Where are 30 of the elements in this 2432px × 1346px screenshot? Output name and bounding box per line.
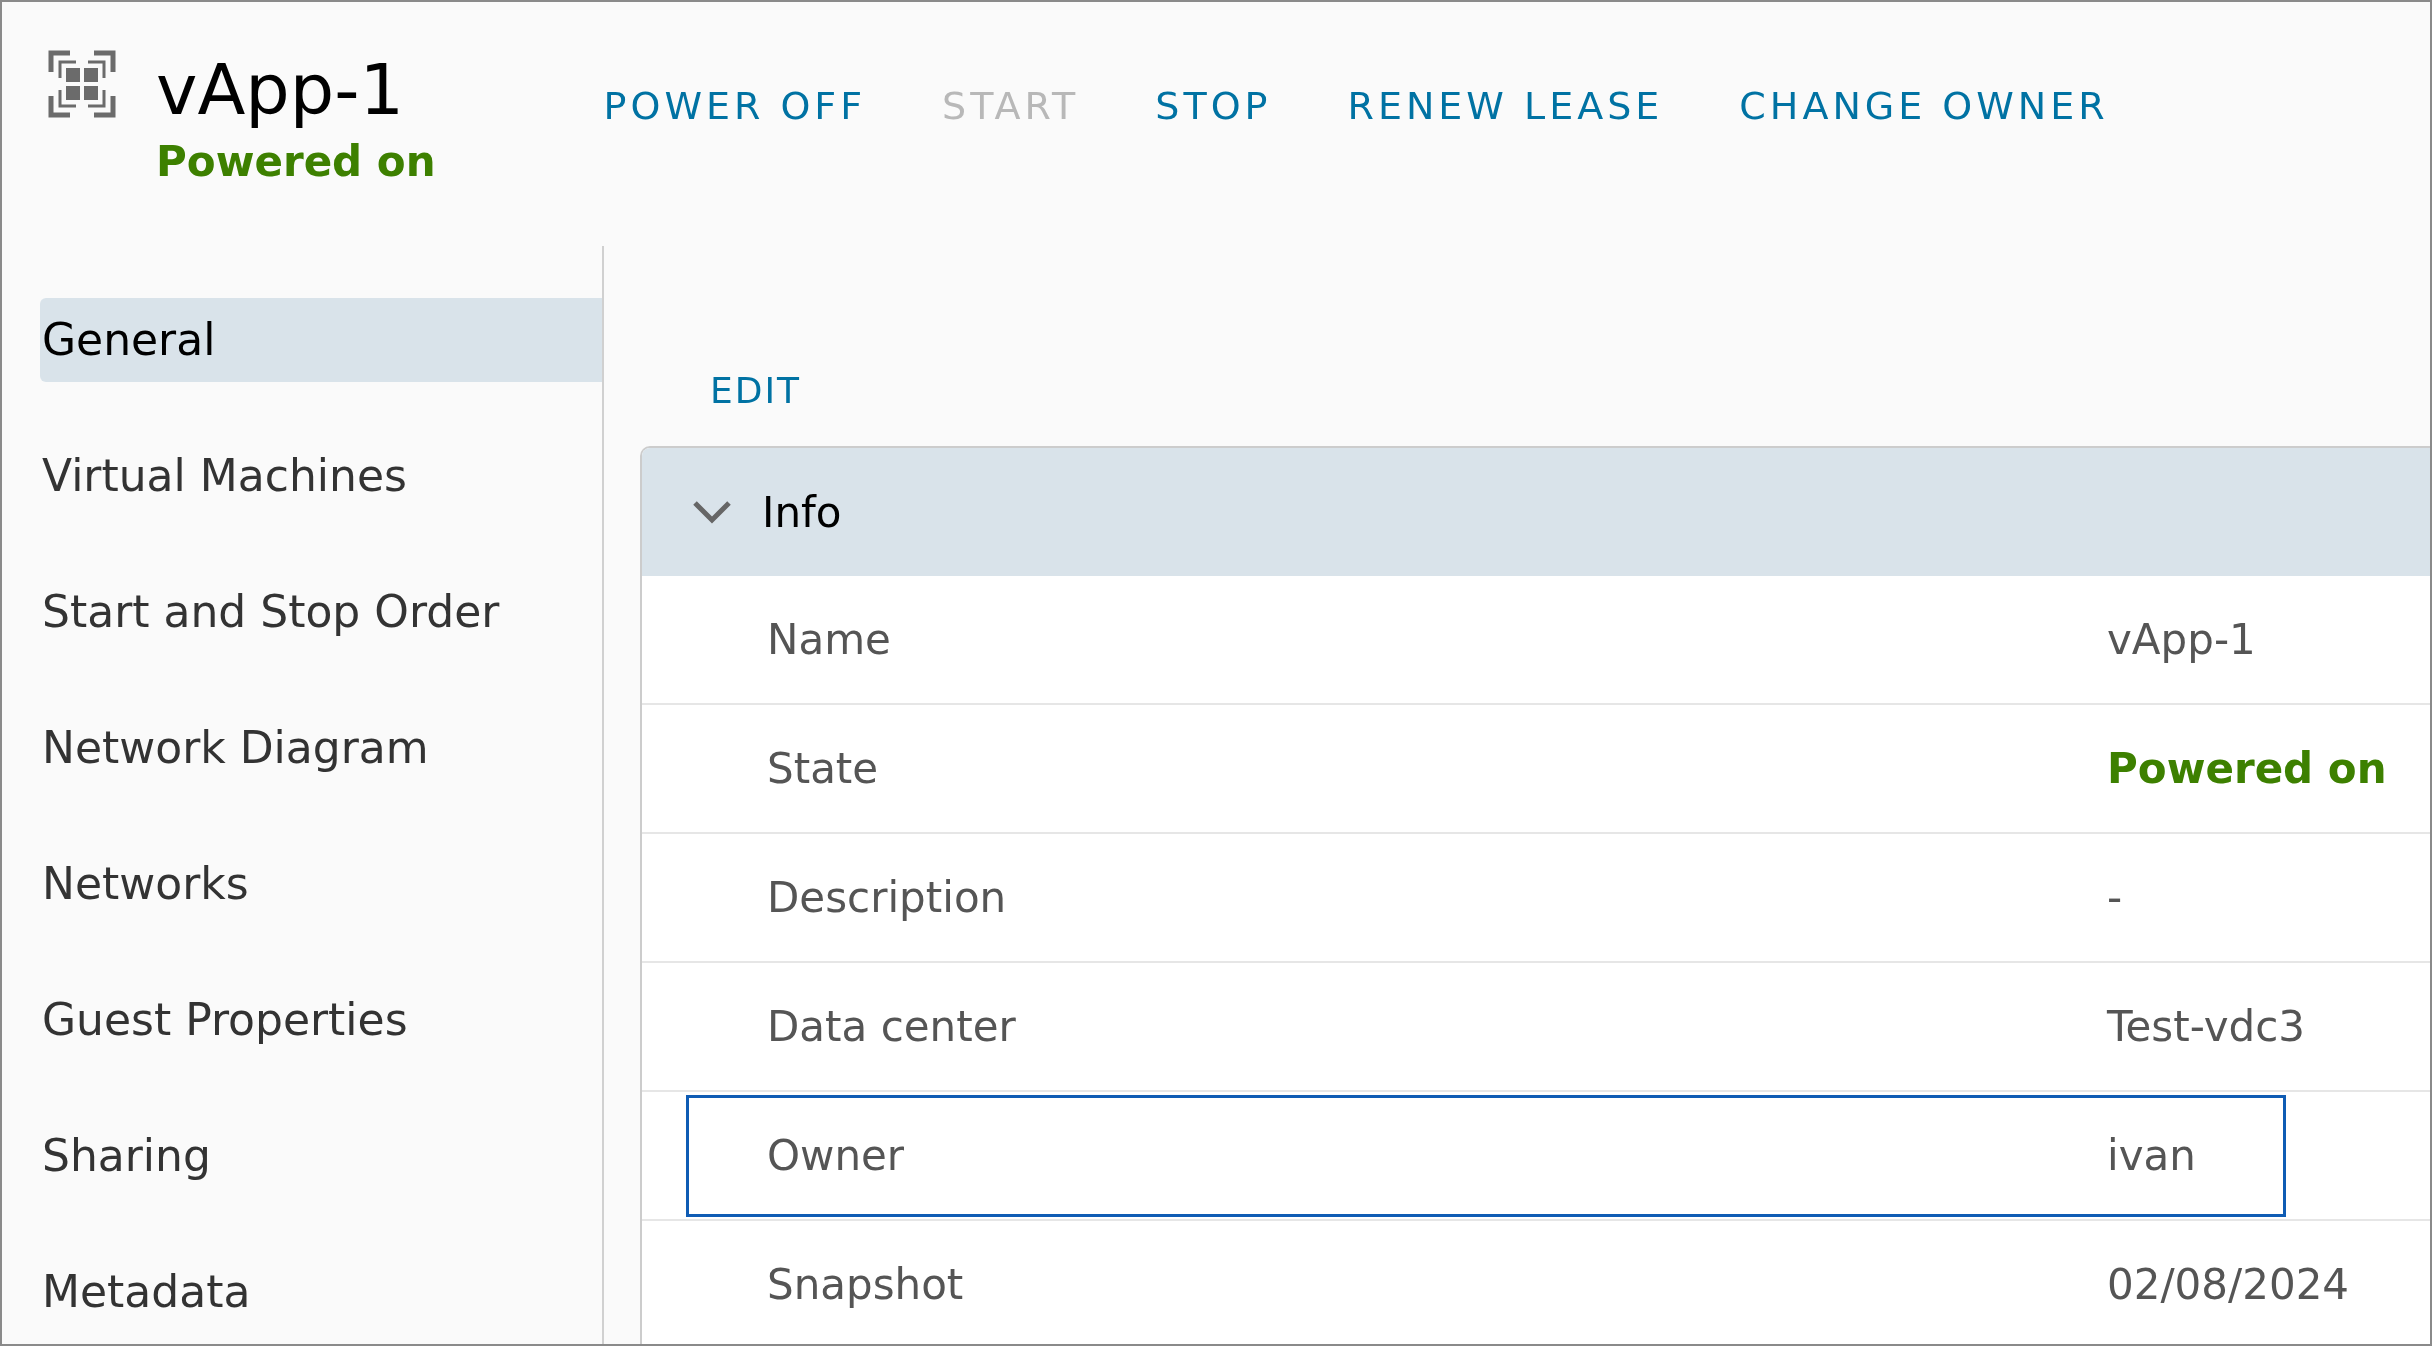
row-value: Powered on xyxy=(2107,743,2387,795)
row-value: - xyxy=(2107,872,2123,924)
row-value: 02/08/2024 xyxy=(2107,1259,2350,1311)
row-label: Owner xyxy=(767,1130,906,1182)
edit-link[interactable]: EDIT xyxy=(710,364,802,418)
sidebar-item[interactable]: General xyxy=(40,298,602,382)
row-label: Data center xyxy=(767,1001,1017,1053)
row-label: Description xyxy=(767,872,1008,924)
action-button[interactable]: POWER OFF xyxy=(585,72,885,141)
sidebar-item[interactable]: Start and Stop Order xyxy=(40,570,602,654)
status-text: Powered on xyxy=(156,136,436,188)
sidebar-item[interactable]: Sharing xyxy=(40,1114,602,1198)
action-button[interactable]: RENEW LEASE xyxy=(1329,72,1682,141)
sidebar-item[interactable]: Network Diagram xyxy=(40,706,602,790)
row-value: ivan xyxy=(2107,1130,2196,1182)
sidebar-item[interactable]: Metadata xyxy=(40,1250,602,1334)
sidebar-item[interactable]: Guest Properties xyxy=(40,978,602,1062)
row-value: Test-vdc3 xyxy=(2107,1001,2306,1053)
row-label: State xyxy=(767,743,880,795)
sidebar-item[interactable]: Networks xyxy=(40,842,602,926)
vapp-icon xyxy=(48,50,116,118)
sidebar-item[interactable]: Virtual Machines xyxy=(40,434,602,518)
row-label: Name xyxy=(767,614,892,666)
action-button[interactable]: CHANGE OWNER xyxy=(1721,72,2127,141)
action-button[interactable]: STOP xyxy=(1137,72,1290,141)
chevron-icon xyxy=(692,500,732,524)
row-value: vApp-1 xyxy=(2107,614,2256,666)
row-label: Snapshot xyxy=(767,1259,965,1311)
vapp-title: vApp-1 xyxy=(156,50,405,130)
info-header[interactable]: Info xyxy=(642,448,2430,576)
